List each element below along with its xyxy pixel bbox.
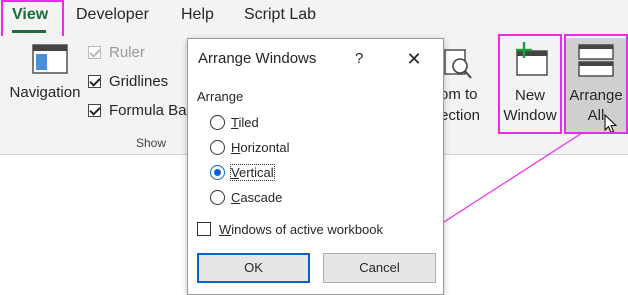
radio-tiled[interactable]: Tiled xyxy=(210,112,259,132)
radio-label-vertical: Vertical xyxy=(230,163,275,181)
help-button[interactable]: ? xyxy=(355,50,363,67)
dialog-title: Arrange Windows xyxy=(198,50,317,67)
ok-button[interactable]: OK xyxy=(197,253,310,283)
radio-label-cascade: Cascade xyxy=(231,189,283,205)
radio-button[interactable] xyxy=(210,139,225,155)
radio-cascade[interactable]: Cascade xyxy=(210,187,282,207)
radio-button[interactable] xyxy=(210,189,225,205)
radio-label-horizontal: Horizontal xyxy=(231,139,290,155)
cancel-button[interactable]: Cancel xyxy=(323,253,436,283)
active-workbook-label: Windows of active workbook xyxy=(219,221,384,237)
radio-label-tiled: Tiled xyxy=(231,114,259,130)
close-icon[interactable]: ✕ xyxy=(402,49,426,69)
active-workbook-checkbox[interactable] xyxy=(197,222,211,236)
arrange-group-label: Arrange xyxy=(197,89,244,104)
radio-button[interactable] xyxy=(210,114,225,130)
radio-button-selected[interactable] xyxy=(210,164,225,180)
arrange-windows-dialog: Arrange Windows ? ✕ Arrange Tiled Horizo… xyxy=(187,38,444,295)
radio-horizontal[interactable]: Horizontal xyxy=(210,137,290,157)
active-workbook-checkbox-row[interactable]: Windows of active workbook xyxy=(197,219,383,239)
radio-vertical[interactable]: Vertical xyxy=(210,162,275,182)
